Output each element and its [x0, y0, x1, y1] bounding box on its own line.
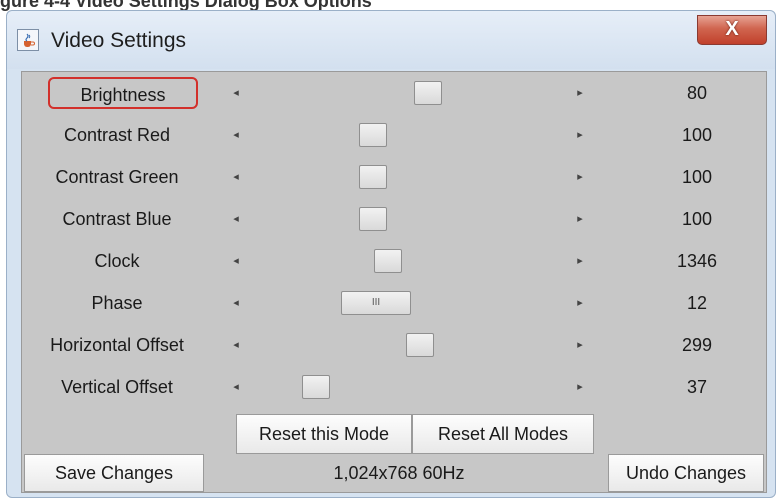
scroll-right-arrow-icon[interactable]: ▸: [566, 79, 594, 107]
slider-value: 100: [681, 209, 713, 229]
slider-row: Contrast Blue ◂ ▸ 100: [22, 198, 766, 240]
scroll-right-arrow-icon[interactable]: ▸: [566, 205, 594, 233]
slider-track[interactable]: ◂ ▸: [222, 247, 594, 275]
window-title: Video Settings: [51, 29, 187, 52]
scroll-left-arrow-icon[interactable]: ◂: [222, 79, 250, 107]
slider-thumb[interactable]: [359, 165, 388, 189]
slider-thumb[interactable]: [359, 123, 388, 147]
scroll-left-arrow-icon[interactable]: ◂: [222, 121, 250, 149]
slider-track[interactable]: ◂ ▸: [222, 121, 594, 149]
scroll-left-arrow-icon[interactable]: ◂: [222, 163, 250, 191]
scroll-left-arrow-icon[interactable]: ◂: [222, 205, 250, 233]
reset-this-mode-button[interactable]: Reset this Mode: [236, 414, 412, 454]
display-mode-status: 1,024x768 60Hz: [204, 454, 594, 492]
scroll-right-arrow-icon[interactable]: ▸: [566, 373, 594, 401]
slider-value: 80: [686, 83, 708, 103]
title-bar: Video Settings X: [7, 11, 775, 69]
slider-row: Vertical Offset ◂ ▸ 37: [22, 366, 766, 408]
video-settings-window: Video Settings X Brightness ◂ ▸ 80 Contrast …: [6, 10, 776, 498]
save-changes-button[interactable]: Save Changes: [24, 454, 204, 492]
scroll-right-arrow-icon[interactable]: ▸: [566, 331, 594, 359]
slider-track[interactable]: ◂ ▸: [222, 79, 594, 107]
scroll-left-arrow-icon[interactable]: ◂: [222, 289, 250, 317]
slider-track[interactable]: ◂ ▸: [222, 331, 594, 359]
slider-track[interactable]: ◂ ▸ III: [222, 289, 594, 317]
scroll-right-arrow-icon[interactable]: ▸: [566, 247, 594, 275]
close-icon: X: [725, 18, 739, 40]
scroll-left-arrow-icon[interactable]: ◂: [222, 331, 250, 359]
slider-label: Brightness: [48, 77, 198, 109]
slider-label: Contrast Red: [63, 125, 171, 145]
slider-track[interactable]: ◂ ▸: [222, 163, 594, 191]
slider-row: Contrast Green ◂ ▸ 100: [22, 156, 766, 198]
slider-label: Clock: [94, 251, 140, 271]
slider-track[interactable]: ◂ ▸: [222, 373, 594, 401]
slider-value: 100: [681, 125, 713, 145]
slider-value: 37: [686, 377, 708, 397]
slider-label: Contrast Green: [55, 167, 179, 187]
scroll-right-arrow-icon[interactable]: ▸: [566, 289, 594, 317]
slider-label: Contrast Blue: [62, 209, 172, 229]
close-button[interactable]: X: [697, 15, 767, 45]
slider-thumb[interactable]: III: [341, 291, 412, 315]
slider-thumb[interactable]: [373, 249, 402, 273]
slider-thumb[interactable]: [301, 375, 330, 399]
slider-thumb[interactable]: [405, 333, 434, 357]
java-cup-icon: [17, 29, 39, 51]
settings-panel: Brightness ◂ ▸ 80 Contrast Red ◂ ▸ 100 Contrast …: [21, 71, 767, 493]
scroll-left-arrow-icon[interactable]: ◂: [222, 247, 250, 275]
slider-row: Contrast Red ◂ ▸ 100: [22, 114, 766, 156]
slider-label: Vertical Offset: [61, 377, 173, 397]
scroll-right-arrow-icon[interactable]: ▸: [566, 121, 594, 149]
slider-thumb[interactable]: [359, 207, 388, 231]
slider-label: Horizontal Offset: [50, 335, 184, 355]
slider-track[interactable]: ◂ ▸: [222, 205, 594, 233]
reset-all-modes-button[interactable]: Reset All Modes: [412, 414, 594, 454]
slider-row: Brightness ◂ ▸ 80: [22, 72, 766, 114]
scroll-right-arrow-icon[interactable]: ▸: [566, 163, 594, 191]
slider-label: Phase: [91, 293, 143, 313]
scroll-left-arrow-icon[interactable]: ◂: [222, 373, 250, 401]
slider-value: 12: [686, 293, 708, 313]
slider-thumb[interactable]: [414, 81, 443, 105]
slider-value: 100: [681, 167, 713, 187]
slider-row: Clock ◂ ▸ 1346: [22, 240, 766, 282]
slider-row: Horizontal Offset ◂ ▸ 299: [22, 324, 766, 366]
undo-changes-button[interactable]: Undo Changes: [608, 454, 764, 492]
slider-value: 299: [681, 335, 713, 355]
slider-value: 1346: [676, 251, 718, 271]
slider-row: Phase ◂ ▸ III 12: [22, 282, 766, 324]
